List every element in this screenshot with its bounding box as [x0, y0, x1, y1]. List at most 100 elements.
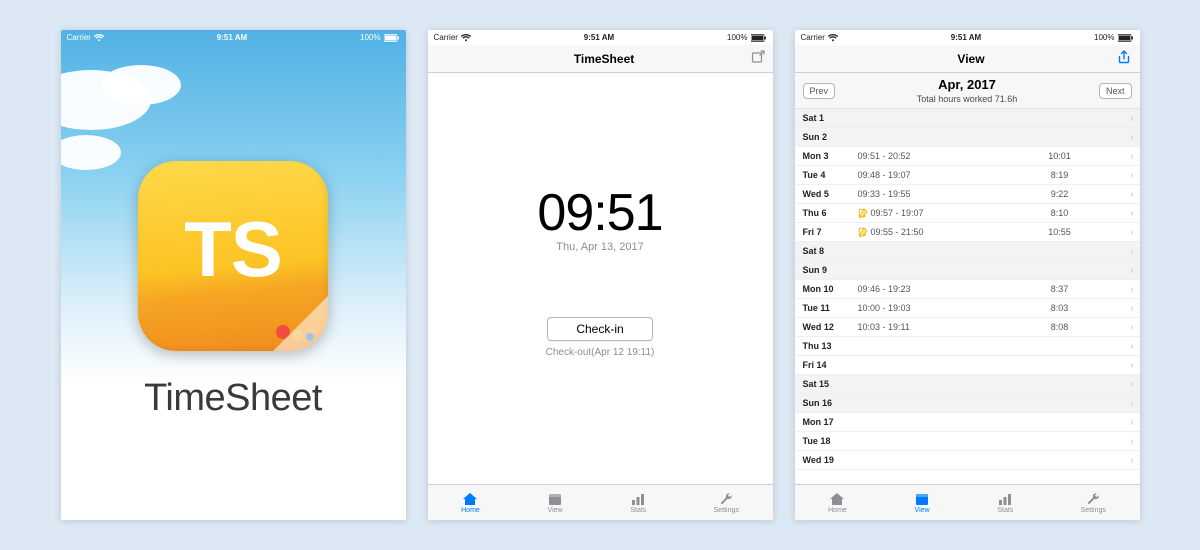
tab-home[interactable]: Home: [461, 492, 480, 514]
tab-settings[interactable]: Settings: [714, 492, 739, 514]
tab-label: Home: [461, 507, 480, 514]
chevron-right-icon: ›: [1130, 398, 1133, 409]
cloud-decoration: [101, 65, 181, 105]
wrench-icon: [718, 492, 734, 506]
tab-label: Settings: [1081, 507, 1106, 514]
chevron-right-icon: ›: [1130, 246, 1133, 257]
clock-date: Thu, Apr 13, 2017: [556, 241, 643, 253]
chevron-right-icon: ›: [1130, 360, 1133, 371]
chevron-right-icon: ›: [1130, 132, 1133, 143]
entry-day: Tue 18: [803, 436, 858, 446]
chevron-right-icon: ›: [1130, 208, 1133, 219]
entry-day: Fri 14: [803, 360, 858, 370]
status-bar: Carrier 9:51 AM 100%: [61, 30, 406, 45]
entry-row[interactable]: Thu 609:57 - 19:078:10›: [795, 204, 1140, 223]
entry-day: Tue 11: [803, 303, 858, 313]
entry-row[interactable]: Sat 15›: [795, 375, 1140, 394]
tab-label: Home: [828, 507, 847, 514]
wifi-icon: [461, 34, 471, 42]
entry-row[interactable]: Fri 709:55 - 21:5010:55›: [795, 223, 1140, 242]
entry-times: 09:51 - 20:52: [858, 151, 988, 161]
app-icon-letters: TS: [184, 204, 282, 295]
entry-duration: 8:08: [988, 322, 1132, 332]
chevron-right-icon: ›: [1130, 151, 1133, 162]
entry-duration: 10:01: [988, 151, 1132, 161]
nav-bar: TimeSheet: [428, 45, 773, 73]
entry-row[interactable]: Sat 1›: [795, 109, 1140, 128]
entry-row[interactable]: Sat 8›: [795, 242, 1140, 261]
entry-day: Sun 16: [803, 398, 858, 408]
entry-times: 09:33 - 19:55: [858, 189, 988, 199]
compose-icon[interactable]: [751, 50, 765, 67]
entry-row[interactable]: Mon 17›: [795, 413, 1140, 432]
chevron-right-icon: ›: [1130, 189, 1133, 200]
checkin-button[interactable]: Check-in: [547, 317, 652, 341]
entry-duration: 9:22: [988, 189, 1132, 199]
entry-row[interactable]: Thu 13›: [795, 337, 1140, 356]
entry-row[interactable]: Tue 409:48 - 19:078:19›: [795, 166, 1140, 185]
chevron-right-icon: ›: [1130, 455, 1133, 466]
entry-duration: 8:03: [988, 303, 1132, 313]
calendar-icon: [914, 492, 930, 506]
tab-home[interactable]: Home: [828, 492, 847, 514]
last-checkout-label: Check-out(Apr 12 19:11): [546, 347, 655, 358]
share-icon[interactable]: [1117, 50, 1131, 67]
tab-stats[interactable]: Stats: [630, 492, 646, 514]
entry-row[interactable]: Tue 18›: [795, 432, 1140, 451]
tab-label: Settings: [714, 507, 739, 514]
wrench-icon: [1085, 492, 1101, 506]
status-bar: Carrier 9:51 AM 100%: [428, 30, 773, 45]
clock-time: 09:51: [537, 183, 662, 243]
chevron-right-icon: ›: [1130, 227, 1133, 238]
entry-row[interactable]: Mon 1009:46 - 19:238:37›: [795, 280, 1140, 299]
home-icon: [829, 492, 845, 506]
chart-icon: [997, 492, 1013, 506]
chevron-right-icon: ›: [1130, 303, 1133, 314]
status-time: 9:51 AM: [951, 33, 981, 42]
chevron-right-icon: ›: [1130, 170, 1133, 181]
device-checkin: Carrier 9:51 AM 100% TimeSheet 09:51 Thu…: [428, 30, 773, 520]
nav-left-spacer: [436, 52, 458, 66]
battery-icon: [1118, 34, 1134, 42]
tab-view[interactable]: View: [547, 492, 563, 514]
entry-row[interactable]: Mon 309:51 - 20:5210:01›: [795, 147, 1140, 166]
total-hours-label: Total hours worked 71.6h: [917, 94, 1018, 104]
tab-view[interactable]: View: [914, 492, 930, 514]
entry-day: Sat 1: [803, 113, 858, 123]
entry-day: Mon 3: [803, 151, 858, 161]
month-label: Apr, 2017: [938, 77, 996, 92]
chevron-right-icon: ›: [1130, 379, 1133, 390]
prev-month-button[interactable]: Prev: [803, 83, 836, 99]
next-month-button[interactable]: Next: [1099, 83, 1132, 99]
device-view: Carrier 9:51 AM 100% View Prev Apr, 2017…: [795, 30, 1140, 520]
entry-duration: 8:19: [988, 170, 1132, 180]
entry-day: Wed 12: [803, 322, 858, 332]
app-name-label: TimeSheet: [144, 377, 322, 420]
status-bar: Carrier 9:51 AM 100%: [795, 30, 1140, 45]
entry-row[interactable]: Fri 14 ›: [795, 356, 1140, 375]
app-icon-fold: [273, 296, 328, 351]
battery-label: 100%: [1094, 33, 1114, 42]
month-header: Prev Apr, 2017 Total hours worked 71.6h …: [795, 73, 1140, 109]
entry-duration: 8:10: [988, 208, 1132, 218]
battery-icon: [384, 34, 400, 42]
tab-label: View: [548, 507, 563, 514]
carrier-label: Carrier: [801, 33, 825, 42]
entry-row[interactable]: Wed 509:33 - 19:559:22›: [795, 185, 1140, 204]
wifi-icon: [94, 34, 104, 42]
entry-row[interactable]: Wed 1210:03 - 19:118:08›: [795, 318, 1140, 337]
entry-day: Thu 6: [803, 208, 858, 218]
entry-list: Sat 1›Sun 2›Mon 309:51 - 20:5210:01›Tue …: [795, 109, 1140, 484]
tab-label: Stats: [997, 507, 1013, 514]
entry-row[interactable]: Wed 19›: [795, 451, 1140, 470]
entry-row[interactable]: Sun 2›: [795, 128, 1140, 147]
entry-row[interactable]: Sun 16 ›: [795, 394, 1140, 413]
chevron-right-icon: ›: [1130, 284, 1133, 295]
battery-label: 100%: [727, 33, 747, 42]
entry-row[interactable]: Tue 1110:00 - 19:038:03›: [795, 299, 1140, 318]
tab-settings[interactable]: Settings: [1081, 492, 1106, 514]
entry-day: Mon 10: [803, 284, 858, 294]
entry-row[interactable]: Sun 9›: [795, 261, 1140, 280]
tab-stats[interactable]: Stats: [997, 492, 1013, 514]
chevron-right-icon: ›: [1130, 417, 1133, 428]
